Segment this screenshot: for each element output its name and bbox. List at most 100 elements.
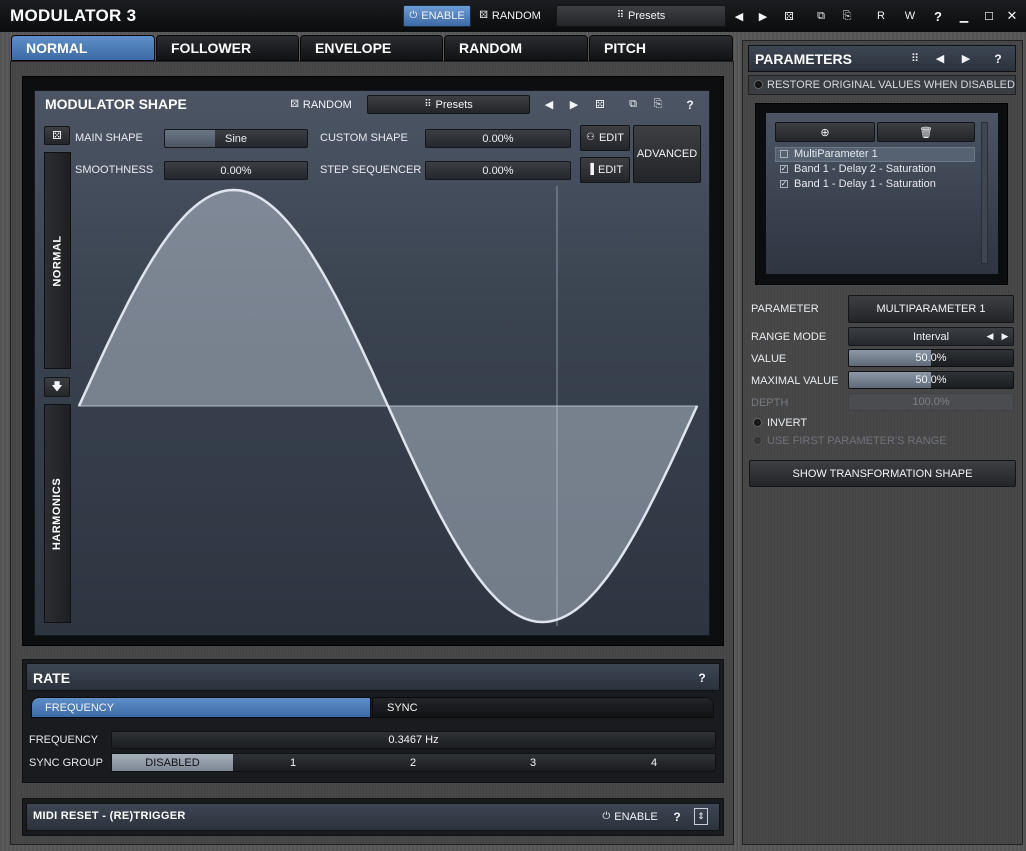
shape-title: MODULATOR SHAPE — [45, 96, 187, 112]
show-transformation-button[interactable]: SHOW TRANSFORMATION SHAPE — [749, 460, 1016, 487]
add-parameter-button[interactable]: ⊕ — [775, 122, 875, 142]
midi-enable-button[interactable]: ⏻ ENABLE — [596, 806, 664, 827]
sync-option-2[interactable]: 2 — [353, 754, 473, 771]
range-mode-label: RANGE MODE — [751, 331, 827, 343]
list-item[interactable]: MultiParameter 1 — [780, 148, 878, 160]
shape-random-label: RANDOM — [302, 98, 352, 111]
checkbox[interactable] — [780, 150, 788, 158]
frequency-value: 0.3467 Hz — [388, 734, 439, 746]
depth-value: 100.0% — [912, 396, 950, 408]
bars-icon: ▐ — [586, 164, 595, 175]
shape-help-button[interactable]: ? — [683, 95, 697, 114]
help-button[interactable]: ? — [929, 5, 947, 27]
midi-title: MIDI RESET - (RE)TRIGGER — [33, 810, 186, 822]
step-sequencer-slider[interactable]: 0.00% — [425, 161, 571, 180]
normal-vertical-button[interactable]: NORMAL — [44, 152, 71, 369]
parameters-title: PARAMETERS — [755, 51, 852, 67]
shape-next-icon[interactable]: ▶ — [567, 95, 581, 114]
tab-follower[interactable]: FOLLOWER — [156, 35, 299, 61]
depth-label: DEPTH — [751, 397, 789, 409]
shapes-icon: ⚇ — [585, 132, 595, 143]
maximize-icon[interactable]: ☐ — [980, 5, 998, 27]
maximal-value-value: 50.0% — [915, 374, 947, 386]
frequency-label: FREQUENCY — [29, 734, 99, 746]
copy-icon[interactable]: ⧉ — [812, 5, 830, 27]
parameter-select-button[interactable]: MULTIPARAMETER 1 — [848, 295, 1014, 323]
restore-radio[interactable] — [754, 80, 763, 89]
sync-option-4[interactable]: 4 — [593, 754, 715, 771]
shape-prev-icon[interactable]: ◀ — [542, 95, 556, 114]
list-scrollbar[interactable] — [981, 122, 988, 264]
harmonics-vertical-button[interactable]: HARMONICS — [44, 404, 71, 623]
value-slider[interactable]: 50.0% — [848, 349, 1014, 367]
waveform-graph[interactable] — [78, 186, 700, 626]
midi-enable-label: ENABLE — [614, 810, 658, 823]
list-item[interactable]: ✓ Band 1 - Delay 1 - Saturation — [780, 178, 936, 190]
tab-normal[interactable]: NORMAL — [11, 35, 155, 61]
power-icon: ⏻ — [602, 810, 611, 822]
smoothness-value: 0.00% — [220, 164, 252, 177]
shape-copy-icon[interactable]: ⧉ — [626, 95, 640, 114]
close-icon[interactable]: ✕ — [1003, 5, 1021, 27]
midi-help-button[interactable]: ? — [669, 806, 685, 827]
list-item[interactable]: ✓ Band 1 - Delay 2 - Saturation — [780, 163, 936, 175]
list-item-label: Band 1 - Delay 1 - Saturation — [794, 178, 936, 190]
main-shape-select[interactable]: Sine — [164, 129, 308, 148]
random-preset-icon[interactable]: ⚄ — [780, 5, 798, 27]
shape-dice-icon[interactable]: ⚄ — [593, 95, 607, 114]
sync-option-disabled[interactable]: DISABLED — [112, 754, 233, 771]
checkbox-checked[interactable]: ✓ — [780, 165, 788, 173]
write-button[interactable]: W — [900, 5, 920, 27]
tab-random[interactable]: RANDOM — [444, 35, 588, 61]
enable-button[interactable]: ⏻ ENABLE — [403, 5, 471, 27]
sync-option-1[interactable]: 1 — [233, 754, 353, 771]
smoothness-slider[interactable]: 0.00% — [164, 161, 308, 180]
checkbox-checked[interactable]: ✓ — [780, 180, 788, 188]
next-preset-icon[interactable]: ▶ — [754, 5, 772, 27]
range-mode-prev-icon[interactable]: ◀ — [984, 328, 996, 345]
prev-preset-icon[interactable]: ◀ — [730, 5, 748, 27]
parameter-label: PARAMETER — [751, 303, 819, 315]
random-button[interactable]: ⚄ RANDOM — [474, 5, 546, 27]
parameters-next-icon[interactable]: ▶ — [959, 49, 973, 68]
rate-help-button[interactable]: ? — [694, 669, 710, 687]
down-arrow-icon[interactable]: 🡇 — [44, 377, 70, 397]
use-first-radio — [753, 436, 762, 445]
read-button[interactable]: R — [872, 5, 890, 27]
custom-shape-slider[interactable]: 0.00% — [425, 129, 571, 148]
sync-option-3[interactable]: 3 — [473, 754, 593, 771]
midi-expand-icon[interactable]: ⇕ — [694, 808, 708, 825]
restore-label: RESTORE ORIGINAL VALUES WHEN DISABLED — [767, 79, 1015, 91]
parameters-grid-icon[interactable]: ⠿ — [905, 49, 925, 68]
sync-group-label: SYNC GROUP — [29, 757, 103, 769]
edit-custom-shape-button[interactable]: ⚇ EDIT — [580, 125, 630, 151]
parameters-help-button[interactable]: ? — [991, 49, 1005, 68]
parameters-prev-icon[interactable]: ◀ — [933, 49, 947, 68]
range-mode-value: Interval — [912, 330, 950, 343]
invert-radio[interactable] — [753, 418, 762, 427]
main-shape-label: MAIN SHAPE — [75, 132, 143, 144]
advanced-button[interactable]: ADVANCED — [633, 125, 701, 183]
paste-icon[interactable]: ⎘ — [838, 5, 856, 27]
edit-step-sequencer-button[interactable]: ▐ EDIT — [580, 157, 630, 183]
shape-dice-small-icon[interactable]: ⚄ — [44, 126, 70, 145]
edit2-label: EDIT — [598, 164, 624, 176]
shape-presets-button[interactable]: ⠿ Presets — [367, 95, 530, 114]
depth-slider: 100.0% — [848, 393, 1014, 411]
frequency-slider[interactable]: 0.3467 Hz — [111, 731, 716, 749]
maximal-value-slider[interactable]: 50.0% — [848, 371, 1014, 389]
presets-button[interactable]: ⠿ Presets — [556, 5, 726, 27]
rate-tab-frequency[interactable]: FREQUENCY — [31, 697, 371, 718]
main-shape-value: Sine — [224, 132, 248, 145]
grid-icon: ⠿ — [616, 10, 625, 21]
shape-paste-icon[interactable]: ⎘ — [651, 95, 665, 114]
minimize-icon[interactable]: ▁ — [955, 5, 973, 27]
step-sequencer-value: 0.00% — [482, 164, 514, 177]
delete-parameter-button[interactable]: 🗑 — [877, 122, 975, 142]
rate-tab-sync[interactable]: SYNC — [372, 697, 714, 718]
main-shape-fill — [165, 130, 215, 147]
range-mode-next-icon[interactable]: ▶ — [999, 328, 1011, 345]
shape-random-button[interactable]: ⚄ RANDOM — [284, 95, 358, 114]
tab-pitch[interactable]: PITCH — [589, 35, 733, 61]
tab-envelope[interactable]: ENVELOPE — [300, 35, 443, 61]
